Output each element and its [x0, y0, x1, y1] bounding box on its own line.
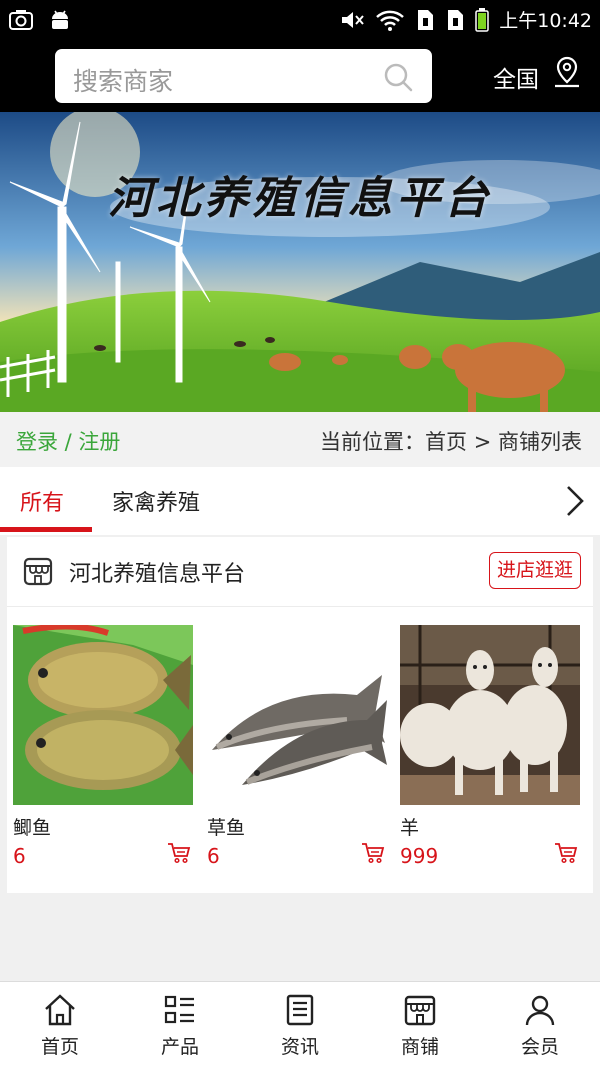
status-bar: 上午10:42 [0, 0, 600, 40]
nav-label: 商铺 [400, 1036, 439, 1058]
nav-label: 产品 [160, 1036, 199, 1058]
tab-poultry-farming[interactable]: 家禽养殖 [112, 485, 200, 517]
tab-all[interactable]: 所有 [20, 485, 64, 517]
bottom-navigation: 首页 产品 资讯 商铺 会员 [0, 981, 600, 1067]
product-card[interactable]: 鲫鱼 6 [13, 625, 193, 868]
list-icon [164, 995, 194, 1024]
android-icon [52, 10, 68, 29]
product-image[interactable] [13, 625, 193, 805]
breadcrumb: 当前位置：首页 > 商铺列表 [320, 430, 582, 454]
shop-name[interactable]: 河北养殖信息平台 [69, 556, 245, 588]
sim-icon [418, 9, 434, 30]
user-icon [525, 995, 555, 1026]
product-price: 999 [400, 844, 439, 868]
cart-icon[interactable] [554, 842, 578, 864]
chevron-right-icon[interactable] [564, 484, 586, 518]
nav-stores[interactable]: 商铺 [360, 982, 480, 1067]
product-name: 鲫鱼 [13, 817, 52, 839]
product-price: 6 [13, 844, 26, 868]
crucian-carp-photo [13, 625, 193, 805]
nav-member[interactable]: 会员 [480, 982, 600, 1067]
search-input[interactable]: 搜索商家 [55, 49, 432, 103]
battery-icon [475, 7, 489, 32]
wifi-icon [376, 10, 405, 31]
clock: 上午10:42 [499, 10, 592, 32]
nav-label: 首页 [40, 1036, 79, 1058]
mute-icon [342, 11, 364, 28]
product-price: 6 [207, 844, 220, 868]
product-name: 草鱼 [207, 817, 246, 839]
cart-icon[interactable] [361, 842, 385, 864]
news-icon [286, 994, 314, 1026]
banner-title: 河北养殖信息平台 [108, 173, 492, 224]
nav-products[interactable]: 产品 [120, 982, 240, 1067]
product-name: 羊 [400, 817, 420, 839]
product-image[interactable] [400, 625, 580, 805]
app-header: 搜索商家 全国 [0, 40, 600, 112]
region-selector[interactable]: 全国 [493, 60, 539, 94]
shop-card: 河北养殖信息平台 进店逛逛 鲫鱼 6 草鱼 6 羊 999 [7, 537, 593, 893]
home-icon [45, 994, 75, 1026]
location-pin-icon[interactable] [552, 55, 582, 89]
category-tabs: 所有 家禽养殖 [0, 467, 600, 535]
nav-label: 会员 [520, 1036, 559, 1058]
goats-photo [400, 625, 580, 805]
enter-shop-button[interactable]: 进店逛逛 [488, 552, 581, 589]
sim-icon-2 [448, 9, 464, 30]
product-card[interactable]: 草鱼 6 [207, 625, 387, 868]
product-card[interactable]: 羊 999 [400, 625, 580, 868]
login-register-link[interactable]: 登录 / 注册 [16, 426, 120, 456]
active-tab-indicator [0, 527, 92, 532]
location-bar: 登录 / 注册 当前位置：首页 > 商铺列表 [0, 412, 600, 467]
shop-header: 河北养殖信息平台 进店逛逛 [7, 537, 593, 607]
store-icon [23, 557, 53, 586]
search-placeholder: 搜索商家 [73, 67, 174, 96]
grass-carp-photo [207, 625, 387, 805]
banner[interactable]: 河北养殖信息平台 [0, 112, 600, 412]
nav-label: 资讯 [280, 1036, 319, 1058]
nav-home[interactable]: 首页 [0, 982, 120, 1067]
search-icon[interactable] [382, 61, 414, 93]
product-image[interactable] [207, 625, 387, 805]
nav-news[interactable]: 资讯 [240, 982, 360, 1067]
cart-icon[interactable] [167, 842, 191, 864]
banner-image [0, 112, 600, 412]
screenshot-icon [9, 10, 33, 30]
store-icon [404, 995, 436, 1026]
